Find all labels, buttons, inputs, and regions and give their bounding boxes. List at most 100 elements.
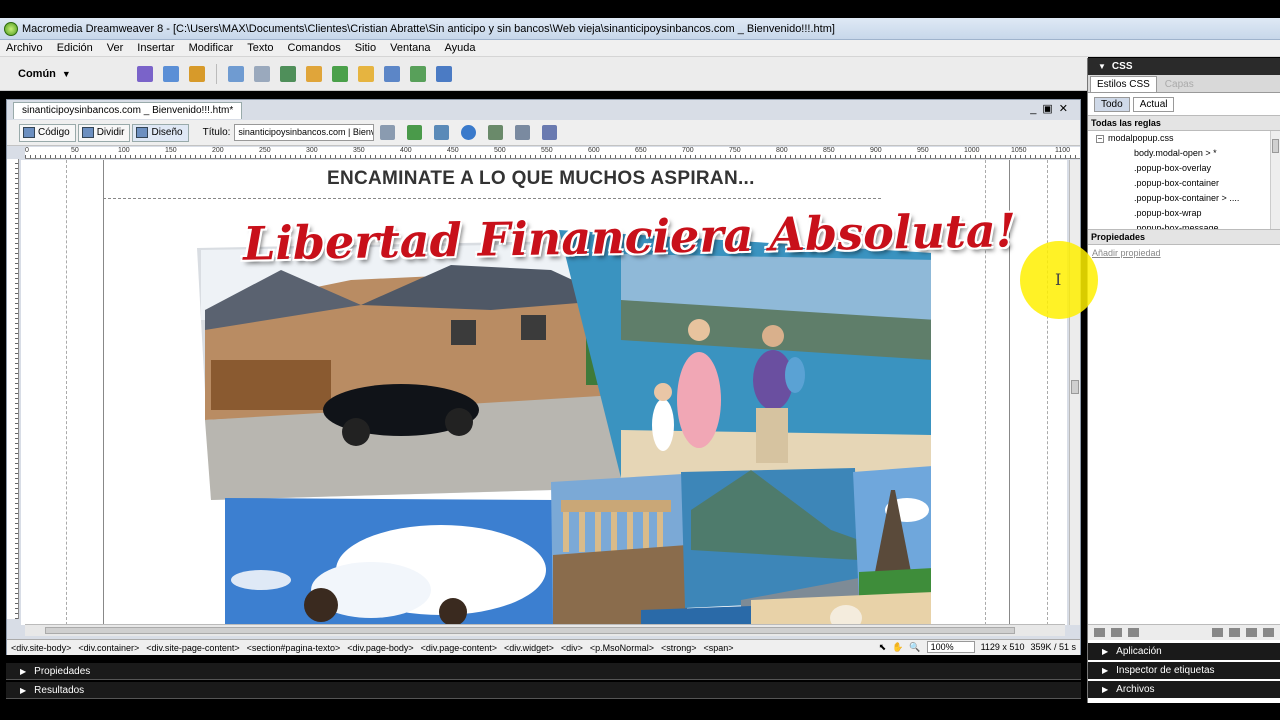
results-panel-bar[interactable]: ▶ Resultados — [6, 682, 1081, 699]
window-size[interactable]: 1129 x 510 — [981, 642, 1025, 652]
tab-estilos-css[interactable]: Estilos CSS — [1090, 76, 1157, 92]
css-rule-item[interactable]: .popup-box-wrap — [1088, 206, 1280, 221]
table-icon[interactable] — [228, 65, 244, 82]
code-view-button[interactable]: Código — [19, 123, 76, 142]
files-panel-bar[interactable]: ▶ Archivos — [1088, 681, 1280, 698]
debug-icon[interactable] — [434, 125, 450, 140]
collapse-box-icon[interactable]: − — [1096, 135, 1104, 143]
menu-ventana[interactable]: Ventana — [390, 42, 430, 54]
head-icon[interactable] — [384, 65, 400, 82]
chevron-down-icon: ▼ — [61, 68, 71, 79]
tag-selector-item[interactable]: <section#pagina-texto> — [247, 643, 341, 653]
tag-selector-item[interactable]: <div.site-page-content> — [146, 643, 239, 653]
canvas-vertical-scrollbar[interactable] — [1069, 160, 1080, 625]
tag-selector-item[interactable]: <div.container> — [78, 643, 139, 653]
tag-inspector-panel-bar[interactable]: ▶ Inspector de etiquetas — [1088, 662, 1280, 679]
menu-comandos[interactable]: Comandos — [288, 42, 341, 54]
named-anchor-icon[interactable] — [189, 65, 205, 82]
menu-texto[interactable]: Texto — [247, 42, 273, 54]
layer-icon[interactable] — [254, 65, 270, 82]
edit-style-icon[interactable] — [1246, 628, 1257, 637]
delete-rule-icon[interactable] — [1263, 628, 1274, 637]
hand-tool-icon[interactable]: ✋ — [892, 642, 903, 653]
design-canvas[interactable]: ENCAMINATE A LO QUE MUCHOS ASPIRAN... Li… — [21, 160, 1067, 625]
menu-archivo[interactable]: Archivo — [6, 42, 43, 54]
script-icon[interactable] — [410, 65, 426, 82]
css-rule-item[interactable]: .popup-box-overlay — [1088, 161, 1280, 176]
css-rule-item[interactable]: body.modal-open > * — [1088, 146, 1280, 161]
refresh-icon[interactable] — [488, 125, 504, 140]
rules-scrollbar[interactable] — [1270, 131, 1280, 229]
zoom-select[interactable]: 100% — [926, 641, 975, 653]
scroll-thumb[interactable] — [1272, 139, 1279, 153]
design-view-button[interactable]: Diseño — [132, 123, 189, 142]
media-icon[interactable] — [306, 65, 322, 82]
visual-aids-icon[interactable] — [542, 125, 558, 140]
insert-category-dropdown[interactable]: Común ▼ — [18, 68, 128, 80]
split-view-button[interactable]: Dividir — [77, 123, 131, 142]
menu-ayuda[interactable]: Ayuda — [444, 42, 475, 54]
menu-modificar[interactable]: Modificar — [189, 42, 234, 54]
ruler-tick: 950 — [917, 147, 929, 154]
file-management-icon[interactable] — [380, 125, 396, 140]
tag-selector-bar: <div.site-body> <div.container> <div.sit… — [7, 639, 1080, 655]
tag-selector-item[interactable]: <p.MsoNormal> — [590, 643, 654, 653]
css-rule-item[interactable]: .popup-box-container > .... — [1088, 191, 1280, 206]
tag-selector-item[interactable]: <div> — [561, 643, 583, 653]
download-size: 359K / 51 s — [1030, 642, 1076, 652]
all-mode-button[interactable]: Todo — [1094, 96, 1130, 112]
status-right: ⬉ ✋ 🔍 100% 1129 x 510 359K / 51 s — [879, 641, 1076, 653]
menu-bar: Archivo Edición Ver Insertar Modificar T… — [0, 40, 1280, 57]
document-tab[interactable]: sinanticipoysinbancos.com _ Bienvenido!!… — [13, 102, 243, 119]
insert-category-label: Común — [18, 67, 56, 80]
canvas-horizontal-scrollbar[interactable] — [25, 624, 1065, 636]
image-icon[interactable] — [280, 65, 296, 82]
css-rule-item[interactable]: .popup-box-container — [1088, 176, 1280, 191]
tag-selector-item[interactable]: <div.page-content> — [421, 643, 497, 653]
text-cursor-icon: I — [1055, 270, 1062, 289]
ruler-tick: 850 — [823, 147, 835, 154]
tag-selector-item[interactable]: <span> — [703, 643, 733, 653]
pointer-tool-icon[interactable]: ⬉ — [879, 642, 887, 653]
set-properties-icon[interactable] — [1128, 628, 1139, 637]
window-controls[interactable]: _▣✕ — [1030, 102, 1074, 115]
all-rules-heading: Todas las reglas — [1088, 115, 1280, 131]
tag-selector-item[interactable]: <strong> — [661, 643, 697, 653]
collapse-arrow-icon: ▼ — [1098, 62, 1106, 71]
email-link-icon[interactable] — [163, 65, 179, 82]
attach-stylesheet-icon[interactable] — [1212, 628, 1223, 637]
hyperlink-icon[interactable] — [137, 65, 153, 82]
date-icon[interactable] — [332, 65, 348, 82]
new-rule-icon[interactable] — [1229, 628, 1240, 637]
tag-selector-item[interactable]: <div.page-body> — [347, 643, 413, 653]
tag-selector-item[interactable]: <div.site-body> — [11, 643, 71, 653]
expand-arrow-icon: ▶ — [20, 666, 27, 676]
menu-insertar[interactable]: Insertar — [137, 42, 174, 54]
menu-edicion[interactable]: Edición — [57, 42, 93, 54]
properties-panel-bar[interactable]: ▶ Propiedades — [6, 663, 1081, 680]
menu-ver[interactable]: Ver — [107, 42, 124, 54]
scroll-thumb[interactable] — [1071, 380, 1079, 394]
css-panel-header[interactable]: ▼ CSS — [1088, 58, 1280, 75]
current-mode-button[interactable]: Actual — [1132, 96, 1175, 112]
preview-browser-icon[interactable] — [407, 125, 423, 140]
menu-sitio[interactable]: Sitio — [355, 42, 376, 54]
page-headline[interactable]: ENCAMINATE A LO QUE MUCHOS ASPIRAN... — [327, 168, 755, 190]
stylesheet-node[interactable]: − modalpopup.css — [1088, 131, 1280, 146]
alpha-view-icon[interactable] — [1111, 628, 1122, 637]
tag-selector-item[interactable]: <div.widget> — [504, 643, 554, 653]
view-options-icon[interactable] — [515, 125, 531, 140]
page-title-field[interactable]: sinanticipoysinbancos.com | Bienvenido!!… — [234, 124, 375, 141]
globe-icon[interactable] — [461, 125, 477, 140]
scroll-thumb[interactable] — [45, 627, 1015, 634]
hero-collage-image[interactable]: Libertad Financiera Absoluta! — [191, 203, 1016, 625]
tab-capas[interactable]: Capas — [1159, 77, 1200, 92]
css-mode-buttons: Todo Actual — [1088, 93, 1280, 115]
css-rule-item[interactable]: .popup-box-message — [1088, 221, 1280, 229]
template-icon[interactable] — [436, 65, 452, 82]
zoom-tool-icon[interactable]: 🔍 — [909, 642, 920, 653]
add-property-link[interactable]: Añadir propiedad — [1088, 245, 1280, 261]
comment-icon[interactable] — [358, 65, 374, 82]
application-panel-bar[interactable]: ▶ Aplicación — [1088, 643, 1280, 660]
category-view-icon[interactable] — [1094, 628, 1105, 637]
